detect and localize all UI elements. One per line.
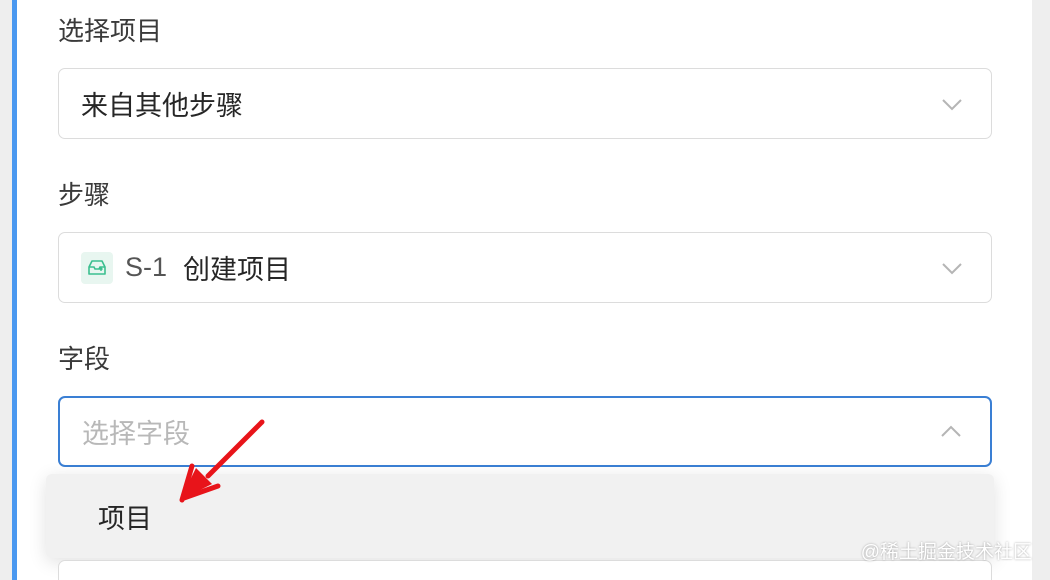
field-label: 字段 bbox=[58, 344, 111, 374]
step-select[interactable]: S-1 创建项目 bbox=[58, 232, 992, 303]
step-selected: S-1 创建项目 bbox=[81, 233, 291, 302]
project-source-label: 选择项目 bbox=[58, 16, 163, 46]
step-id: S-1 bbox=[125, 252, 168, 282]
project-source-value: 来自其他步骤 bbox=[81, 91, 243, 121]
red-arrow-annotation bbox=[179, 419, 265, 503]
step-label: 步骤 bbox=[58, 180, 111, 210]
step-name: 创建项目 bbox=[183, 255, 292, 285]
chevron-up-icon bbox=[940, 421, 962, 443]
inbox-upload-icon bbox=[81, 251, 113, 284]
dropdown-option-project[interactable]: 项目 bbox=[98, 474, 152, 558]
next-field-select[interactable] bbox=[58, 560, 992, 580]
watermark: @稀土掘金技术社区 bbox=[860, 542, 1032, 563]
project-source-select[interactable]: 来自其他步骤 bbox=[58, 68, 992, 139]
chevron-down-icon bbox=[941, 93, 963, 115]
chevron-down-icon bbox=[941, 257, 963, 279]
